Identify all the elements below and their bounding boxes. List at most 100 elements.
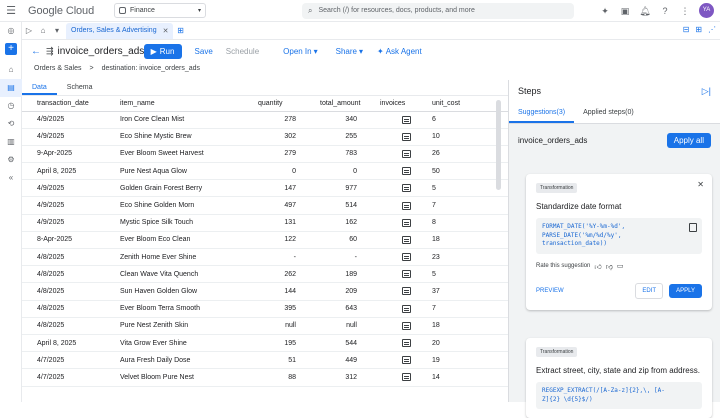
cell-transaction-date[interactable]: 4/8/2025 (22, 317, 120, 335)
invoice-cell[interactable] (380, 145, 432, 164)
terminal-icon[interactable]: ▣ (619, 5, 631, 17)
cell-transaction-date[interactable]: 4/8/2025 (22, 248, 120, 267)
cell-total-amount[interactable]: 189 (312, 265, 380, 284)
collapse-icon[interactable]: « (0, 169, 22, 187)
cell-quantity[interactable]: 497 (258, 196, 312, 215)
cell-item-name[interactable]: Mystic Spice Silk Touch (120, 214, 258, 232)
cell-transaction-date[interactable]: April 8, 2025 (22, 162, 120, 181)
chevron-down-icon[interactable]: ▾ (50, 26, 64, 35)
more-vert-icon[interactable]: ⋮ (679, 5, 691, 17)
column-header[interactable]: transaction_date (22, 96, 120, 112)
cell-quantity[interactable]: 0 (258, 162, 312, 181)
cell-transaction-date[interactable]: 4/8/2025 (22, 265, 120, 284)
invoice-icon[interactable] (401, 339, 411, 348)
invoice-icon[interactable] (401, 356, 411, 365)
cell-transaction-date[interactable]: 4/9/2025 (22, 128, 120, 146)
invoice-cell[interactable] (380, 300, 432, 318)
cell-transaction-date[interactable]: 4/8/2025 (22, 300, 120, 318)
thumbs-up-icon[interactable]: 👍︎ (594, 262, 601, 271)
invoice-cell[interactable] (380, 282, 432, 301)
invoice-cell[interactable] (380, 214, 432, 232)
cell-quantity[interactable]: 262 (258, 265, 312, 284)
cell-item-name[interactable]: Golden Grain Forest Berry (120, 179, 258, 198)
cell-transaction-date[interactable]: 4/7/2025 (22, 351, 120, 370)
invoice-icon[interactable] (401, 253, 411, 262)
close-icon[interactable]: ✕ (163, 27, 169, 35)
ask-agent-button[interactable]: ✦ Ask Agent (377, 47, 422, 56)
cell-unit-cost[interactable]: 7 (432, 300, 508, 318)
cell-total-amount[interactable]: 514 (312, 196, 380, 215)
tab-suggestions[interactable]: Suggestions(3) (509, 102, 575, 123)
preview-button[interactable]: PREVIEW (536, 288, 564, 294)
notifications-icon[interactable]: 🔔︎ (639, 5, 651, 17)
cell-total-amount[interactable]: 209 (312, 282, 380, 301)
cell-total-amount[interactable]: 977 (312, 179, 380, 198)
invoice-cell[interactable] (380, 248, 432, 267)
storage-icon[interactable]: ▥ (0, 133, 22, 151)
cell-item-name[interactable]: Pure Nest Aqua Glow (120, 162, 258, 181)
help-icon[interactable]: ? (659, 5, 671, 17)
cell-quantity[interactable]: 302 (258, 128, 312, 146)
cell-total-amount[interactable]: 783 (312, 145, 380, 164)
cell-item-name[interactable]: Velvet Bloom Pure Nest (120, 368, 258, 387)
cell-unit-cost[interactable]: 18 (432, 231, 508, 250)
home-tab-icon[interactable]: ⌂ (36, 26, 50, 35)
add-icon[interactable]: + (0, 43, 22, 61)
cell-quantity[interactable]: 131 (258, 214, 312, 232)
invoice-icon[interactable] (401, 115, 411, 124)
column-header[interactable]: invoices (380, 96, 432, 112)
cell-total-amount[interactable]: 340 (312, 111, 380, 129)
cell-item-name[interactable]: Eco Shine Golden Morn (120, 196, 258, 215)
home-icon[interactable]: ⌂ (0, 61, 22, 79)
cell-unit-cost[interactable]: 18 (432, 317, 508, 335)
cell-quantity[interactable]: 279 (258, 145, 312, 164)
cell-item-name[interactable]: Clean Wave Vita Quench (120, 265, 258, 284)
cell-item-name[interactable]: Aura Fresh Daily Dose (120, 351, 258, 370)
invoice-icon[interactable] (401, 270, 411, 279)
cell-item-name[interactable]: Ever Bloom Eco Clean (120, 231, 258, 250)
expand-icon[interactable]: ▷ (22, 26, 36, 35)
view-options-icon[interactable]: ⊞ (695, 25, 702, 34)
cell-quantity[interactable]: 144 (258, 282, 312, 301)
run-button[interactable]: ▶ Run (143, 43, 182, 59)
invoice-cell[interactable] (380, 368, 432, 387)
invoice-cell[interactable] (380, 265, 432, 284)
share-button[interactable]: Share ▾ (336, 47, 363, 56)
invoice-cell[interactable] (380, 334, 432, 353)
chart-icon[interactable]: ⋰ (708, 25, 716, 34)
invoice-icon[interactable] (401, 304, 411, 313)
cell-unit-cost[interactable]: 7 (432, 196, 508, 215)
cell-item-name[interactable]: Ever Bloom Sweet Harvest (120, 145, 258, 164)
close-icon[interactable]: ✕ (697, 180, 704, 189)
cell-transaction-date[interactable]: April 8, 2025 (22, 334, 120, 353)
open-in-button[interactable]: Open In ▾ (283, 47, 317, 56)
tab-orders-sales-advertising[interactable]: Orders, Sales & Advertising ✕ (66, 22, 174, 39)
invoice-cell[interactable] (380, 196, 432, 215)
cell-transaction-date[interactable]: 9-Apr-2025 (22, 145, 120, 164)
split-view-icon[interactable]: ⊟ (683, 25, 690, 34)
cell-quantity[interactable]: 395 (258, 300, 312, 318)
cell-unit-cost[interactable]: 14 (432, 368, 508, 387)
cell-item-name[interactable]: Zenith Home Ever Shine (120, 248, 258, 267)
cell-item-name[interactable]: Sun Haven Golden Glow (120, 282, 258, 301)
cell-unit-cost[interactable]: 19 (432, 351, 508, 370)
breadcrumb-parent[interactable]: Orders & Sales (34, 65, 81, 72)
tab-data[interactable]: Data (22, 80, 57, 95)
invoice-cell[interactable] (380, 231, 432, 250)
cell-total-amount[interactable]: 544 (312, 334, 380, 353)
history-icon[interactable]: ◷ (0, 97, 22, 115)
cell-total-amount[interactable]: 449 (312, 351, 380, 370)
cell-unit-cost[interactable]: 8 (432, 214, 508, 232)
copy-icon[interactable] (689, 223, 697, 232)
cell-total-amount[interactable]: 0 (312, 162, 380, 181)
invoice-icon[interactable] (401, 132, 411, 141)
edit-button[interactable]: EDIT (635, 282, 664, 299)
invoice-cell[interactable] (380, 317, 432, 335)
cell-item-name[interactable]: Eco Shine Mystic Brew (120, 128, 258, 146)
cell-item-name[interactable]: Pure Nest Zenith Skin (120, 317, 258, 335)
invoice-icon[interactable] (401, 287, 411, 296)
cell-item-name[interactable]: Vita Grow Ever Shine (120, 334, 258, 353)
search-bar[interactable]: ⌕ Search (/) for resources, docs, produc… (302, 2, 574, 19)
cell-total-amount[interactable]: 255 (312, 128, 380, 146)
invoice-cell[interactable] (380, 128, 432, 146)
